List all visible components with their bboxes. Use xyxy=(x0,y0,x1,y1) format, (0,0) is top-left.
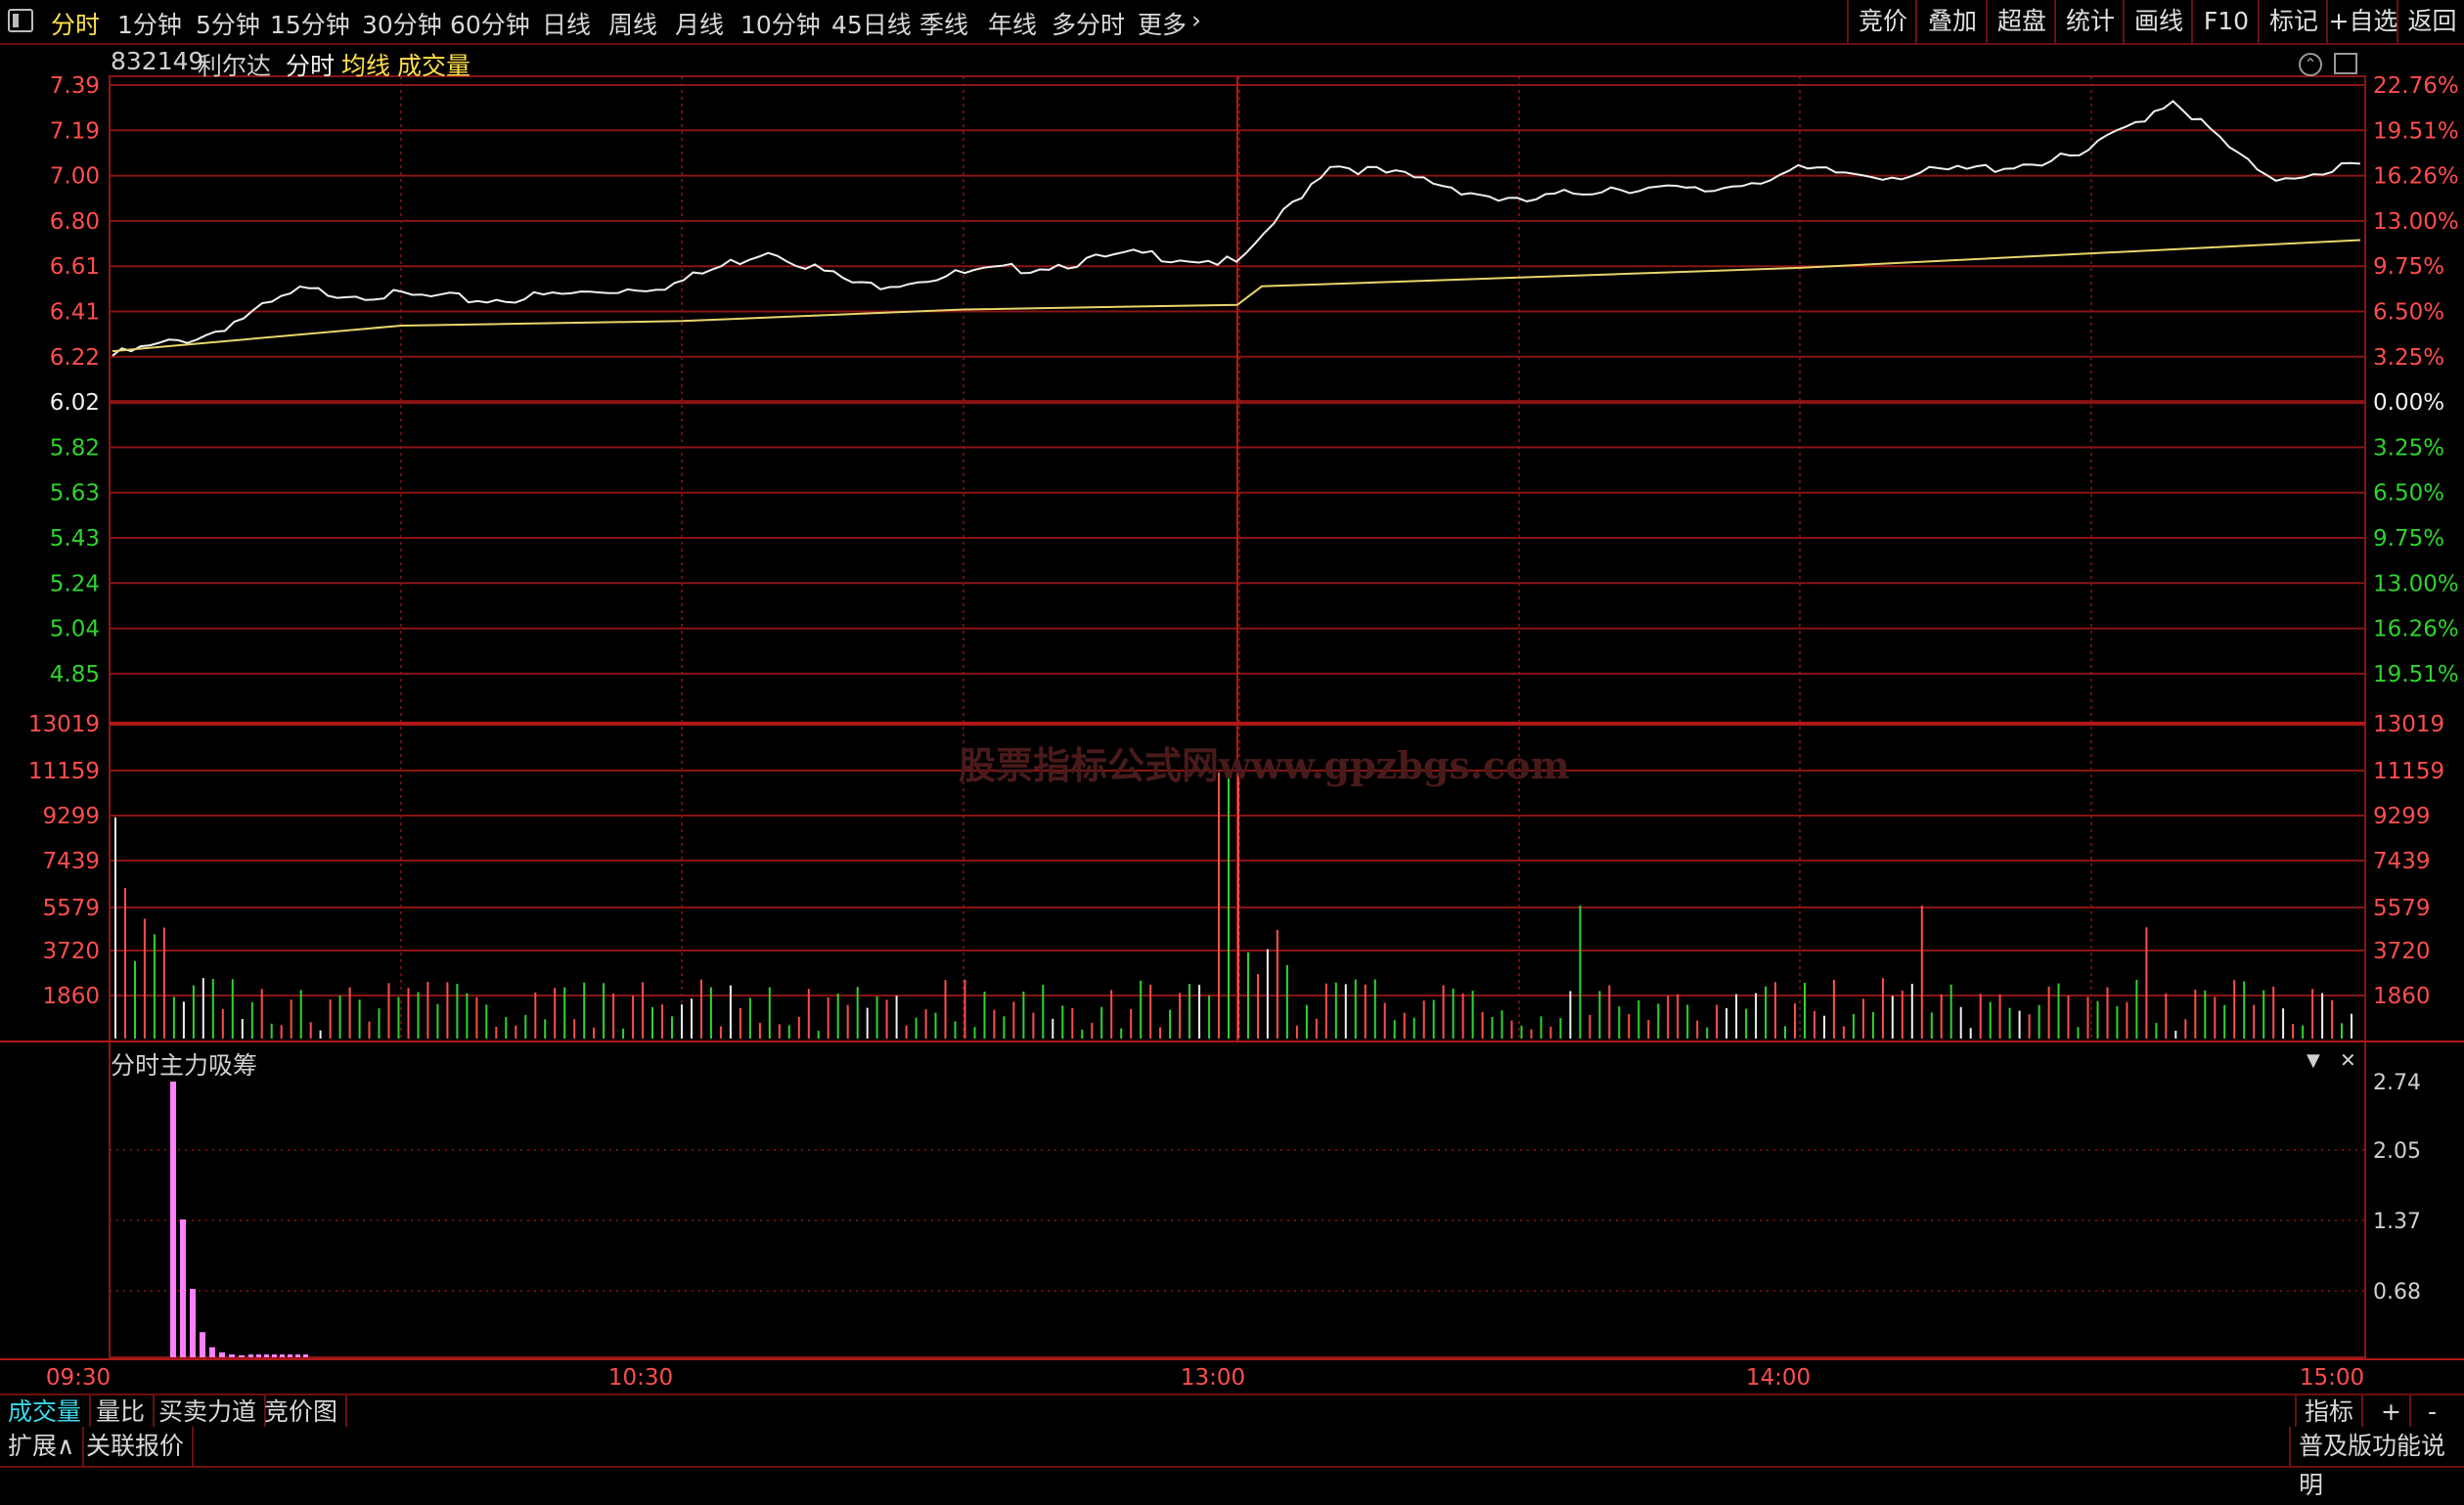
price-label: 6.80 xyxy=(50,209,100,235)
pct-label: 16.26% xyxy=(2373,164,2459,190)
indicator-bar xyxy=(280,1354,285,1357)
volume-label: 9299 xyxy=(2373,804,2431,829)
time-label: 13:00 xyxy=(1181,1365,1245,1391)
add-indicator-button[interactable]: + xyxy=(2373,1395,2411,1429)
volume-label: 7439 xyxy=(42,849,100,874)
related-quotes-button[interactable]: 关联报价 xyxy=(78,1427,195,1466)
indicator-axis-label: 2.74 xyxy=(2373,1071,2421,1095)
pct-label: 13.00% xyxy=(2373,209,2459,235)
time-label: 10:30 xyxy=(608,1365,673,1391)
pct-label: 3.25% xyxy=(2373,345,2444,371)
legend-volume: 成交量 xyxy=(397,52,471,80)
indicator-axis-label: 0.68 xyxy=(2373,1280,2421,1305)
indicator-bar xyxy=(229,1353,235,1357)
price-label: 6.22 xyxy=(50,345,100,371)
indicator-axis-label: 2.05 xyxy=(2373,1139,2421,1164)
close-icon[interactable]: ✕ xyxy=(2340,1048,2356,1072)
indicator-bar xyxy=(180,1219,186,1357)
indicator-bar xyxy=(272,1354,277,1357)
time-label: 15:00 xyxy=(2300,1365,2364,1391)
price-label: 6.61 xyxy=(50,254,100,280)
price-label: 7.00 xyxy=(50,164,100,190)
pct-label: 19.51% xyxy=(2373,118,2459,144)
pct-label: 6.50% xyxy=(2373,300,2444,326)
indicator-bar xyxy=(200,1332,205,1357)
indicator-bar xyxy=(209,1347,215,1357)
volume-label: 5579 xyxy=(42,896,100,921)
expand-button[interactable]: 扩展∧ xyxy=(0,1427,85,1466)
indicator-axis-label: 1.37 xyxy=(2373,1210,2421,1234)
intraday-chart[interactable]: 7.39 7.19 7.00 6.80 6.61 6.41 6.22 6.02 5.82 5.63… xyxy=(0,0,2464,1468)
volume-label: 13019 xyxy=(28,712,100,737)
indicator-bar xyxy=(303,1354,308,1357)
price-label: 5.63 xyxy=(50,481,100,507)
indicator-bar xyxy=(288,1354,292,1357)
legend-avg: 均线 xyxy=(341,52,391,80)
volume-label: 11159 xyxy=(2373,759,2444,784)
stock-code: 832149 xyxy=(111,47,204,75)
indicator-bar xyxy=(170,1082,176,1357)
remove-indicator-button[interactable]: - xyxy=(2420,1395,2444,1429)
pct-label: 9.75% xyxy=(2373,254,2444,280)
status-bar: 扩展∧ 关联报价 普及版功能说明 xyxy=(0,1427,2464,1499)
pct-label: 19.51% xyxy=(2373,662,2459,687)
pct-label: 9.75% xyxy=(2373,526,2444,552)
pct-label: 13.00% xyxy=(2373,571,2459,597)
price-base-label: 6.02 xyxy=(50,390,100,416)
dropdown-icon[interactable]: ▼ xyxy=(2307,1050,2320,1071)
indicator-button[interactable]: 指标 xyxy=(2295,1395,2364,1429)
volume-label: 1860 xyxy=(42,984,100,1009)
volume-label: 13019 xyxy=(2373,712,2444,737)
stock-name: 利尔达 xyxy=(198,52,272,80)
price-label: 5.82 xyxy=(50,435,100,461)
pct-base-label: 0.00% xyxy=(2373,390,2444,416)
watermark: 股票指标公式网www.gpzbgs.com xyxy=(959,743,1570,787)
time-label: 09:30 xyxy=(46,1365,111,1391)
edition-help-link[interactable]: 普及版功能说明 xyxy=(2289,1427,2464,1499)
volume-label: 3720 xyxy=(42,939,100,964)
indicator-bar xyxy=(295,1354,300,1357)
volume-label: 7439 xyxy=(2373,849,2431,874)
pct-label: 22.76% xyxy=(2373,73,2459,99)
pct-label: 16.26% xyxy=(2373,617,2459,642)
price-label: 4.85 xyxy=(50,662,100,687)
indicator-bar xyxy=(248,1354,253,1357)
pct-label: 6.50% xyxy=(2373,481,2444,507)
indicator-bar xyxy=(219,1351,225,1357)
indicator-title: 分时主力吸筹 xyxy=(111,1051,258,1080)
panel-toggle-icon[interactable] xyxy=(2334,53,2357,74)
price-label: 7.39 xyxy=(50,73,100,99)
indicator-bar xyxy=(190,1289,196,1357)
price-label: 5.43 xyxy=(50,526,100,552)
volume-label: 3720 xyxy=(2373,939,2431,964)
indicator-tabs-bar: 成交量 量比 买卖力道 竞价图 指标 + - xyxy=(0,1394,2464,1431)
price-label: 5.04 xyxy=(50,617,100,642)
price-label: 7.19 xyxy=(50,118,100,144)
indicator-tab-1[interactable]: 量比 xyxy=(88,1395,156,1429)
volume-label: 11159 xyxy=(28,759,100,784)
volume-label: 1860 xyxy=(2373,984,2431,1009)
volume-label: 9299 xyxy=(42,804,100,829)
indicator-bar xyxy=(264,1354,269,1357)
indicator-bar xyxy=(256,1354,261,1357)
price-label: 5.24 xyxy=(50,571,100,597)
pct-label: 3.25% xyxy=(2373,435,2444,461)
indicator-tab-2[interactable]: 买卖力道 xyxy=(151,1395,267,1429)
legend-price: 分时 xyxy=(286,52,336,80)
time-label: 14:00 xyxy=(1746,1365,1811,1391)
price-label: 6.41 xyxy=(50,300,100,326)
indicator-tab-0[interactable]: 成交量 xyxy=(0,1395,92,1429)
indicator-tab-3[interactable]: 竞价图 xyxy=(256,1395,348,1429)
indicator-bar xyxy=(239,1354,245,1357)
zoom-in-icon[interactable]: ⌃ xyxy=(2299,53,2322,76)
volume-label: 5579 xyxy=(2373,896,2431,921)
